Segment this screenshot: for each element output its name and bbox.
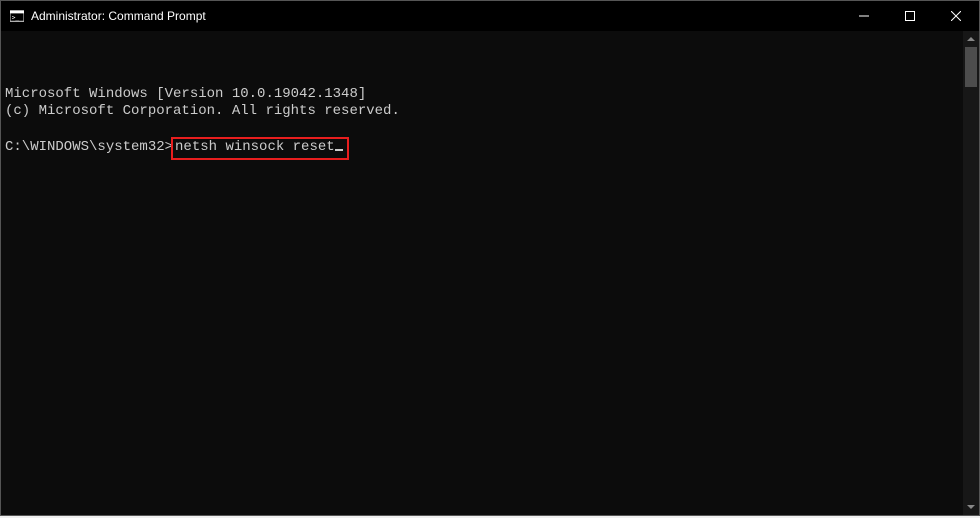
cmd-icon: >_ — [9, 8, 25, 24]
titlebar[interactable]: >_ Administrator: Command Prompt — [1, 1, 979, 31]
scroll-up-arrow-icon[interactable] — [963, 31, 979, 47]
maximize-button[interactable] — [887, 1, 933, 31]
scroll-down-arrow-icon[interactable] — [963, 499, 979, 515]
scroll-thumb[interactable] — [965, 47, 977, 87]
terminal-content: Microsoft Windows [Version 10.0.19042.13… — [5, 69, 979, 160]
output-line-copyright: (c) Microsoft Corporation. All rights re… — [5, 103, 400, 119]
text-cursor — [335, 149, 343, 151]
output-line-version: Microsoft Windows [Version 10.0.19042.13… — [5, 86, 366, 102]
close-button[interactable] — [933, 1, 979, 31]
window-controls — [841, 1, 979, 31]
svg-text:>_: >_ — [12, 15, 20, 22]
vertical-scrollbar[interactable] — [963, 31, 979, 515]
prompt-line: C:\WINDOWS\system32>netsh winsock reset — [5, 137, 979, 160]
terminal-body[interactable]: Microsoft Windows [Version 10.0.19042.13… — [1, 31, 979, 515]
minimize-button[interactable] — [841, 1, 887, 31]
typed-command: netsh winsock reset — [175, 139, 335, 155]
prompt-path: C:\WINDOWS\system32> — [5, 139, 173, 156]
scroll-track[interactable] — [963, 87, 979, 499]
window-title: Administrator: Command Prompt — [31, 9, 206, 23]
command-highlight-box: netsh winsock reset — [171, 137, 349, 160]
command-prompt-window: >_ Administrator: Command Prompt Microso… — [0, 0, 980, 516]
